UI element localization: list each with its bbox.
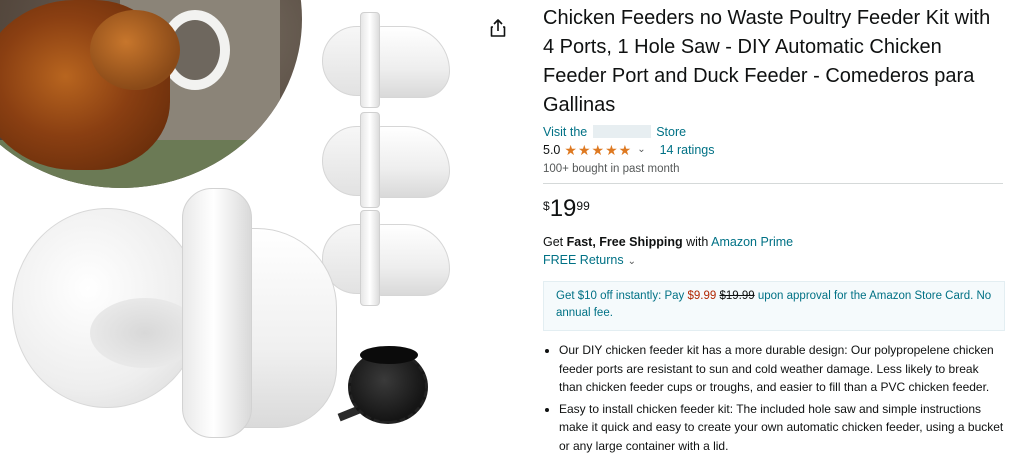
ratings-count-link[interactable]: 14 ratings xyxy=(660,142,715,158)
shipping-fast-free: Fast, Free Shipping xyxy=(566,235,683,249)
bought-count: 100+ bought in past month xyxy=(543,163,680,175)
store-name-redacted xyxy=(592,125,651,138)
price-symbol: $ xyxy=(543,199,550,213)
feeder-port-large-image xyxy=(12,168,342,438)
store-card-promo[interactable]: Get $10 off instantly: Pay $9.99 $19.99 … xyxy=(543,281,1005,331)
feature-bullets: Our DIY chicken feeder kit has a more du… xyxy=(543,341,1005,455)
list-item: Easy to install chicken feeder kit: The … xyxy=(559,400,1005,456)
shipping-get: Get xyxy=(543,235,564,249)
star-icon: ★ xyxy=(591,142,605,158)
price-whole: 19 xyxy=(549,195,577,222)
promo-text-1: Get $10 off instantly: Pay xyxy=(556,290,685,302)
star-icon: ★ xyxy=(605,142,618,158)
store-link-prefix[interactable]: Visit the xyxy=(543,125,587,139)
chicken-neck-image xyxy=(90,10,180,90)
star-rating[interactable]: ★ ★ ★ ★ ★ xyxy=(564,143,631,157)
divider xyxy=(543,183,1003,184)
rating-value: 5.0 xyxy=(543,143,561,157)
share-icon[interactable] xyxy=(489,18,507,38)
product-title: Chicken Feeders no Waste Poultry Feeder … xyxy=(543,7,991,116)
star-icon: ★ xyxy=(618,142,632,158)
shipping-info: Get Fast, Free Shipping with Amazon Prim… xyxy=(543,234,1005,250)
store-link-suffix[interactable]: Store xyxy=(656,125,686,139)
star-icon: ★ xyxy=(564,142,577,158)
hole-saw-image xyxy=(337,346,438,436)
promo-old-price: $19.99 xyxy=(719,290,755,302)
price: $ 19 99 xyxy=(543,197,1005,221)
star-icon: ★ xyxy=(577,142,591,158)
product-image-gallery[interactable] xyxy=(0,0,490,465)
free-returns-label[interactable]: FREE Returns xyxy=(543,253,624,267)
chevron-down-icon: ⌄ xyxy=(627,256,636,267)
price-fraction: 99 xyxy=(576,199,590,213)
lifestyle-photo xyxy=(0,0,302,188)
rating-row: 5.0 ★ ★ ★ ★ ★ ⌄ 14 ratings xyxy=(543,142,1005,158)
product-details: Chicken Feeders no Waste Poultry Feeder … xyxy=(543,4,1005,458)
chevron-down-icon[interactable]: ⌄ xyxy=(637,142,645,158)
shipping-with: with xyxy=(686,235,709,249)
store-link[interactable]: Visit the Store xyxy=(543,124,1005,140)
list-item: Our DIY chicken feeder kit has a more du… xyxy=(559,341,1005,397)
free-returns-link[interactable]: FREE Returns ⌄ xyxy=(543,253,1005,269)
amazon-prime-link[interactable]: Amazon Prime xyxy=(711,235,793,249)
feeder-port-image-1 xyxy=(322,12,452,112)
promo-new-price: $9.99 xyxy=(687,290,717,302)
